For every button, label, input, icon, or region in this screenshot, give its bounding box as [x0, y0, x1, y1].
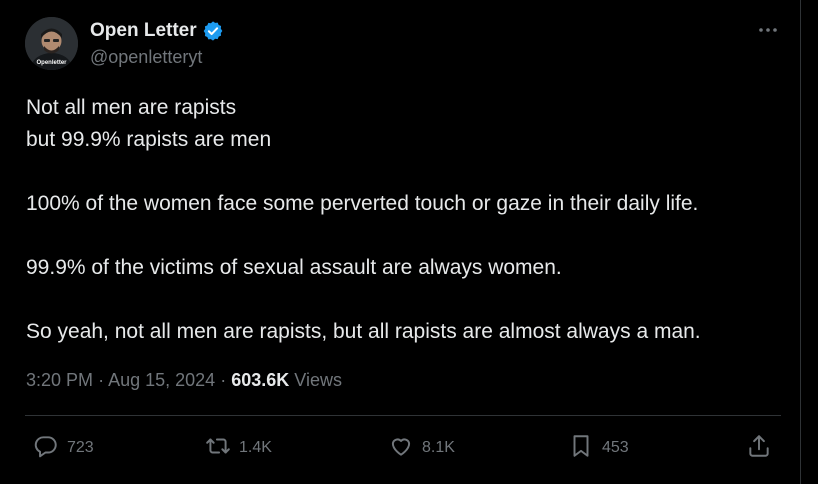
views-count: 603.6K [231, 370, 290, 390]
meta-separator: · [220, 370, 227, 390]
bookmark-button[interactable]: 453 [568, 428, 629, 468]
views-label: Views [294, 370, 342, 390]
like-button[interactable]: 8.1K [388, 428, 455, 468]
bookmark-icon [568, 433, 594, 464]
author-name[interactable]: Open Letter [90, 20, 197, 42]
author-name-row[interactable]: Open Letter [90, 20, 224, 42]
bookmark-count: 453 [602, 439, 629, 456]
tweet-line: 100% of the women face some perverted to… [26, 192, 699, 215]
verified-badge-icon[interactable] [202, 20, 224, 42]
tweet-card: Openletter Open Letter @openletteryt Not… [0, 0, 801, 484]
tweet-line: So yeah, not all men are rapists, but al… [26, 320, 701, 343]
avatar-image: Openletter [25, 17, 78, 70]
tweet-meta: 3:20 PM · Aug 15, 2024 · 603.6K Views [26, 368, 342, 392]
like-count: 8.1K [422, 439, 455, 456]
more-icon[interactable] [756, 20, 780, 40]
author-handle[interactable]: @openletteryt [90, 46, 202, 68]
tweet-line: but 99.9% rapists are men [26, 128, 272, 151]
avatar[interactable]: Openletter [25, 17, 78, 70]
tweet-line: Not all men are rapists [26, 96, 237, 119]
like-icon [388, 433, 414, 464]
repost-button[interactable]: 1.4K [205, 428, 272, 468]
tweet-date[interactable]: Aug 15, 2024 [108, 370, 215, 390]
meta-separator: · [98, 370, 105, 390]
avatar-caption: Openletter [36, 60, 67, 66]
reply-count: 723 [67, 439, 94, 456]
tweet-time[interactable]: 3:20 PM [26, 370, 93, 390]
share-icon [746, 433, 772, 464]
repost-icon [205, 433, 231, 464]
tweet-line: 99.9% of the victims of sexual assault a… [26, 256, 562, 279]
reply-button[interactable]: 723 [33, 428, 94, 468]
reply-icon [33, 433, 59, 464]
action-bar: 723 1.4K 8.1K 453 [25, 428, 781, 468]
divider [25, 415, 781, 416]
share-button[interactable] [746, 428, 772, 468]
tweet-text: Not all men are rapists but 99.9% rapist… [26, 92, 786, 348]
repost-count: 1.4K [239, 439, 272, 456]
